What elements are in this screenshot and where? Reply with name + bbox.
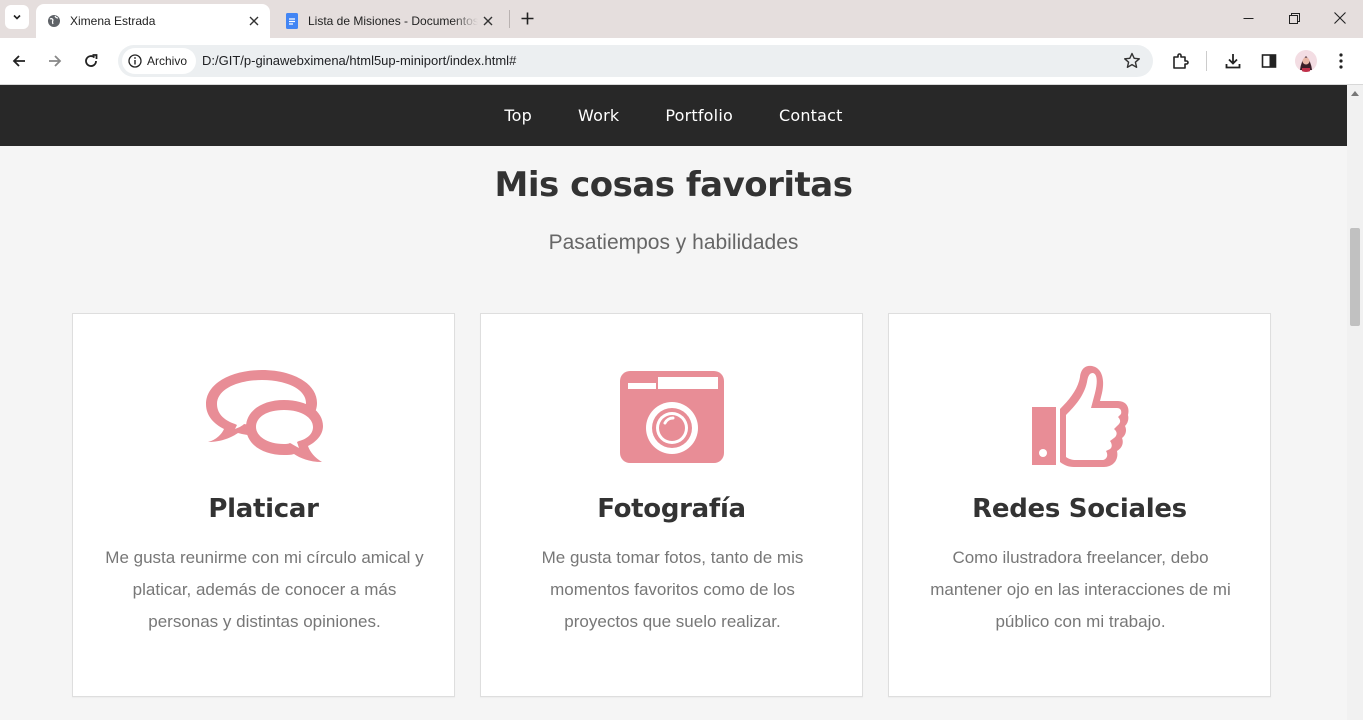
side-panel-icon (1261, 54, 1277, 68)
info-icon (128, 54, 142, 68)
new-tab-button[interactable] (516, 7, 538, 29)
chat-bubbles-icon (73, 362, 454, 472)
close-icon (1334, 12, 1346, 24)
section-title: Mis cosas favoritas (494, 165, 853, 205)
more-vertical-icon (1339, 53, 1343, 69)
tab-ximena-estrada[interactable]: Ximena Estrada (36, 4, 270, 38)
scrollbar-thumb[interactable] (1350, 228, 1360, 326)
nav-link-portfolio[interactable]: Portfolio (665, 106, 733, 125)
nav-link-work[interactable]: Work (578, 106, 619, 125)
forward-button[interactable] (42, 48, 68, 74)
card-title: Platicar (208, 494, 319, 524)
reload-icon (85, 54, 98, 67)
site-nav: Top Work Portfolio Contact (0, 85, 1347, 146)
scroll-up-arrow-icon[interactable] (1351, 91, 1359, 96)
feature-card-fotografia: Fotografía Me gusta tomar fotos, tanto d… (480, 313, 863, 697)
arrow-left-icon (12, 55, 25, 67)
extensions-button[interactable] (1169, 50, 1191, 72)
card-title: Redes Sociales (972, 494, 1187, 524)
close-icon[interactable] (478, 11, 498, 31)
tab-divider (509, 10, 510, 28)
globe-icon (46, 13, 62, 29)
restore-icon (1288, 12, 1300, 24)
security-label: Archivo (147, 54, 188, 68)
browser-toolbar: Archivo D:/GIT/p-ginawebximena/html5up-m… (0, 38, 1363, 85)
minimize-button[interactable] (1225, 0, 1271, 36)
menu-button[interactable] (1330, 50, 1352, 72)
address-bar[interactable]: Archivo D:/GIT/p-ginawebximena/html5up-m… (118, 45, 1153, 77)
close-window-button[interactable] (1317, 0, 1363, 36)
nav-link-top[interactable]: Top (504, 106, 532, 125)
plus-icon (521, 12, 533, 24)
toolbar-divider (1206, 51, 1207, 71)
profile-avatar[interactable] (1295, 50, 1317, 72)
close-icon[interactable] (244, 11, 264, 31)
reload-button[interactable] (78, 48, 104, 74)
site-info-chip[interactable]: Archivo (122, 48, 197, 74)
camera-icon (481, 362, 862, 472)
arrow-right-icon (49, 55, 62, 67)
tab-lista-de-misiones[interactable]: Lista de Misiones - Documentos (274, 4, 504, 38)
feature-card-redes-sociales: Redes Sociales Como ilustradora freelanc… (888, 313, 1271, 697)
card-text: Me gusta tomar fotos, tanto de mis momen… (541, 548, 804, 631)
card-title: Fotografía (597, 494, 746, 524)
download-icon (1225, 54, 1241, 69)
thumbs-up-icon (889, 362, 1270, 472)
tab-title: Ximena Estrada (70, 14, 156, 28)
nav-link-contact[interactable]: Contact (779, 106, 843, 125)
back-button[interactable] (6, 48, 32, 74)
avatar-icon (1295, 50, 1317, 72)
restore-button[interactable] (1271, 0, 1317, 36)
docs-icon (284, 13, 300, 29)
downloads-button[interactable] (1222, 50, 1244, 72)
puzzle-icon (1173, 53, 1189, 69)
side-panel-button[interactable] (1258, 50, 1280, 72)
url-text[interactable]: D:/GIT/p-ginawebximena/html5up-miniport/… (202, 53, 516, 68)
card-text: Me gusta reunirme con mi círculo amical … (105, 548, 424, 631)
tab-title: Lista de Misiones - Documentos (308, 14, 478, 28)
page-viewport: Top Work Portfolio Contact Mis cosas fav… (0, 85, 1347, 720)
section-subtitle: Pasatiempos y habilidades (548, 231, 799, 254)
bookmark-star-icon[interactable] (1123, 52, 1141, 70)
card-text: Como ilustradora freelancer, debo manten… (930, 548, 1231, 631)
tab-strip: Ximena Estrada Lista de Misiones - Docum… (0, 0, 1363, 38)
feature-card-platicar: Platicar Me gusta reunirme con mi círcul… (72, 313, 455, 697)
vertical-scrollbar[interactable] (1347, 85, 1363, 720)
chevron-down-icon (13, 14, 21, 20)
minimize-icon (1243, 17, 1253, 19)
tab-search-button[interactable] (5, 5, 29, 29)
